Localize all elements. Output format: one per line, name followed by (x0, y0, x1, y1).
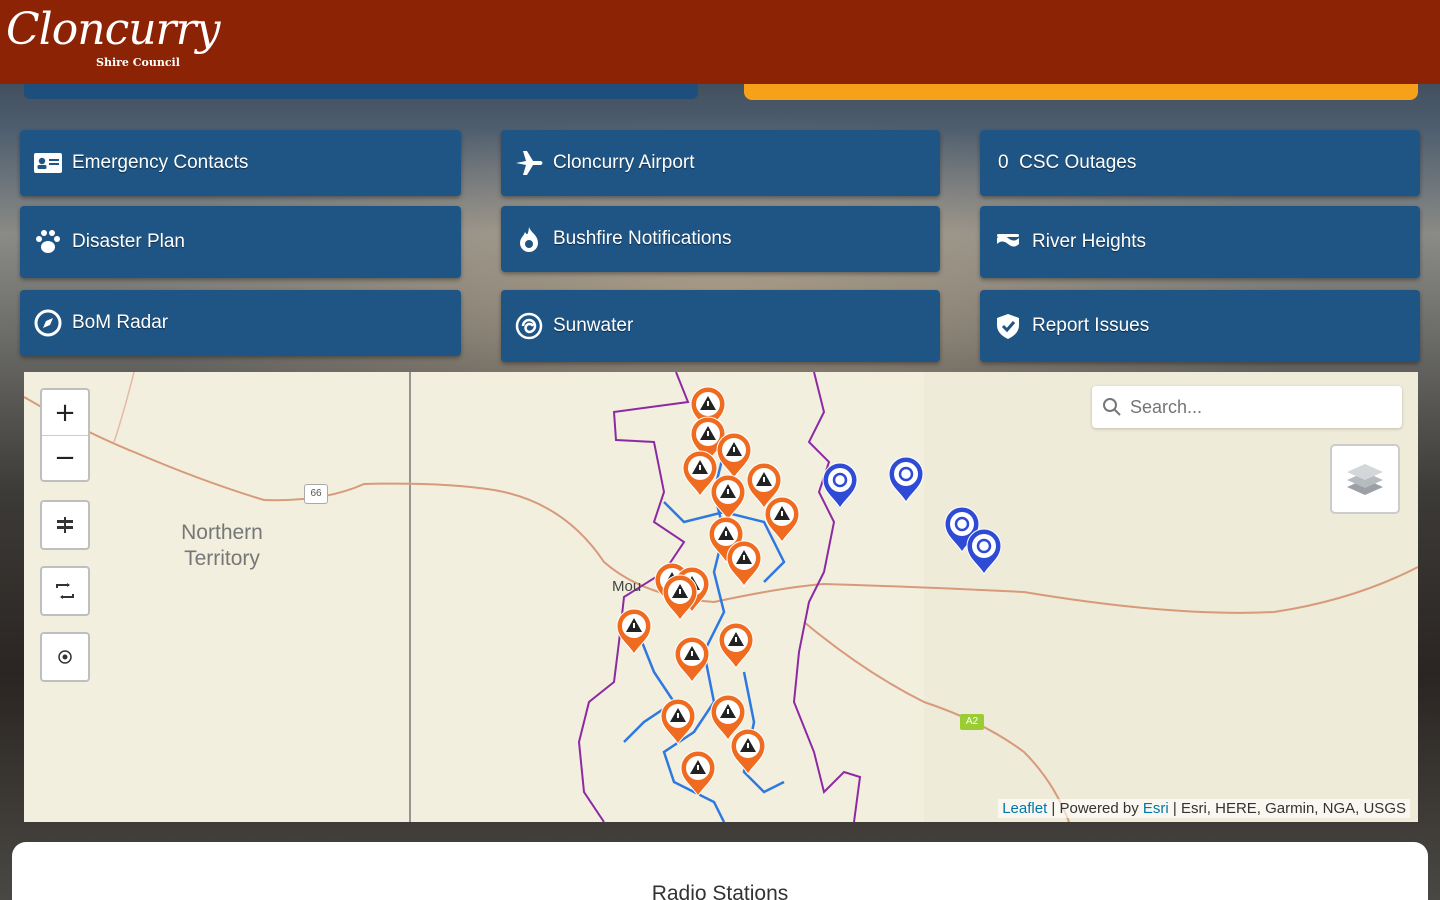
map-view[interactable]: 66 A2 Northern Territory Mou + − Leaflet… (24, 372, 1418, 822)
info-marker[interactable] (966, 528, 1002, 575)
info-marker[interactable] (888, 456, 924, 503)
info-marker[interactable] (822, 462, 858, 509)
draw-control (40, 500, 90, 550)
extent-control (40, 566, 90, 616)
zoom-in-button[interactable]: + (42, 390, 88, 435)
warning-marker[interactable] (718, 622, 754, 669)
swirl-icon (513, 312, 545, 340)
attribution-sep: | Powered by (1047, 800, 1143, 817)
top-blue-tab[interactable] (24, 84, 698, 99)
tile-bushfire-notifications[interactable]: Bushfire Notifications (501, 206, 940, 272)
council-logo[interactable]: Cloncurry Shire Council (6, 4, 220, 80)
attribution-sources: | Esri, HERE, Garmin, NGA, USGS (1168, 800, 1406, 817)
tile-csc-outages[interactable]: 0 CSC Outages (980, 130, 1420, 196)
zoom-control: + − (40, 388, 90, 482)
map-search[interactable] (1092, 386, 1402, 428)
locate-icon[interactable] (42, 634, 88, 679)
tile-sunwater[interactable]: Sunwater (501, 290, 940, 362)
warning-marker[interactable] (730, 728, 766, 775)
zoom-out-button[interactable]: − (42, 435, 88, 480)
warning-marker[interactable] (616, 608, 652, 655)
map-attribution: Leaflet | Powered by Esri | Esri, HERE, … (998, 799, 1410, 818)
tile-cloncurry-airport[interactable]: Cloncurry Airport (501, 130, 940, 196)
tile-label: Report Issues (1032, 315, 1150, 336)
warning-marker[interactable] (710, 474, 746, 521)
tile-label: River Heights (1032, 231, 1147, 252)
logo-subtitle: Shire Council (96, 56, 180, 69)
warning-marker[interactable] (764, 496, 800, 543)
warning-marker[interactable] (674, 636, 710, 683)
logo-script: Cloncurry (6, 4, 220, 55)
locate-control (40, 632, 90, 682)
compass-icon (32, 309, 64, 337)
tile-label: Sunwater (553, 315, 634, 336)
leaflet-link[interactable]: Leaflet (1002, 800, 1047, 817)
warning-marker[interactable] (680, 750, 716, 797)
tile-bom-radar[interactable]: BoM Radar (20, 290, 461, 356)
shield-check-icon (992, 312, 1024, 340)
water-level-icon (992, 228, 1024, 256)
measure-icon[interactable] (42, 502, 88, 547)
tile-disaster-plan[interactable]: Disaster Plan (20, 206, 461, 278)
tile-report-issues[interactable]: Report Issues (980, 290, 1420, 362)
radio-stations-title: Radio Stations (651, 882, 789, 900)
top-orange-tab[interactable] (744, 84, 1418, 100)
esri-link[interactable]: Esri (1143, 800, 1169, 817)
airplane-icon (513, 149, 545, 177)
marker-layer (616, 386, 1002, 797)
search-icon (1103, 398, 1121, 416)
app-header: Cloncurry Shire Council (0, 0, 1440, 84)
tile-label: Bushfire Notifications (553, 228, 732, 249)
tile-label: Emergency Contacts (72, 152, 249, 173)
layers-icon (1347, 464, 1383, 495)
warning-marker[interactable] (726, 540, 762, 587)
fire-icon (513, 225, 545, 253)
contact-card-icon (32, 149, 64, 177)
tile-label: BoM Radar (72, 312, 169, 333)
tile-river-heights[interactable]: River Heights (980, 206, 1420, 278)
tile-label: 0 CSC Outages (998, 152, 1137, 173)
tile-label: Disaster Plan (72, 231, 185, 252)
paw-icon (32, 228, 64, 256)
warning-marker[interactable] (662, 574, 698, 621)
radio-stations-panel: Radio Stations (12, 842, 1428, 900)
warning-marker[interactable] (716, 432, 752, 479)
tile-emergency-contacts[interactable]: Emergency Contacts (20, 130, 461, 196)
tile-label: Cloncurry Airport (553, 152, 695, 173)
search-input[interactable] (1130, 396, 1380, 418)
warning-marker[interactable] (660, 698, 696, 745)
layers-button[interactable] (1330, 444, 1400, 514)
fullscreen-icon[interactable] (42, 568, 88, 613)
